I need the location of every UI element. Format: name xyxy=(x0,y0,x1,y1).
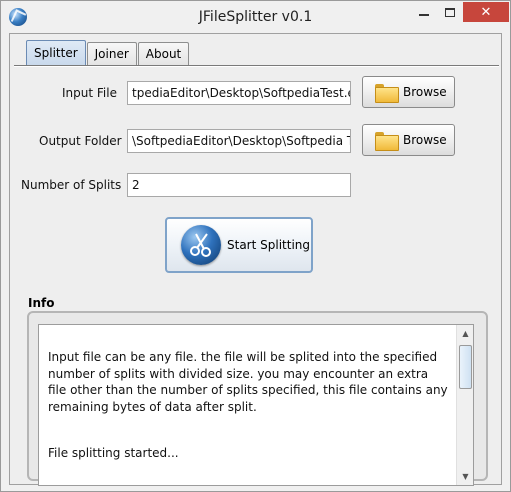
folder-icon xyxy=(375,83,399,103)
info-title: Info xyxy=(28,296,55,310)
input-file-label: Input File xyxy=(62,86,117,100)
splits-field[interactable]: 2 xyxy=(127,173,351,197)
input-browse-button[interactable]: Browse xyxy=(362,76,455,108)
tab-bar: Splitter Joiner About xyxy=(26,40,190,65)
info-status: File splitting started... xyxy=(48,446,179,460)
output-browse-label: Browse xyxy=(403,133,447,147)
close-button[interactable]: ✕ xyxy=(463,2,509,22)
scroll-down-icon[interactable]: ▼ xyxy=(457,468,473,485)
minimize-button[interactable] xyxy=(411,2,437,22)
maximize-button[interactable] xyxy=(437,2,463,22)
tab-about[interactable]: About xyxy=(137,42,190,65)
scissors-icon xyxy=(181,225,221,265)
folder-icon xyxy=(375,131,399,151)
output-folder-label: Output Folder xyxy=(39,134,122,148)
output-folder-field[interactable]: \SoftpediaEditor\Desktop\Softpedia Test xyxy=(127,129,351,153)
minimize-icon xyxy=(419,14,429,16)
info-textarea[interactable]: Input file can be any file. the file wil… xyxy=(38,324,474,486)
scroll-thumb[interactable] xyxy=(459,345,472,389)
close-icon: ✕ xyxy=(480,4,492,20)
scroll-up-icon[interactable]: ▲ xyxy=(457,325,473,342)
tab-divider xyxy=(14,65,499,67)
input-file-field[interactable]: tpediaEditor\Desktop\SoftpediaTest.exe xyxy=(127,81,351,105)
maximize-icon xyxy=(445,7,455,17)
title-bar[interactable]: JFileSplitter v0.1 ✕ xyxy=(1,1,510,33)
splits-label: Number of Splits xyxy=(21,178,122,192)
app-window: JFileSplitter v0.1 ✕ Splitter Joiner Abo… xyxy=(0,0,511,492)
start-splitting-button[interactable]: Start Splitting xyxy=(165,217,313,273)
info-scrollbar[interactable]: ▲ ▼ xyxy=(456,325,473,485)
input-browse-label: Browse xyxy=(403,85,447,99)
tab-splitter[interactable]: Splitter xyxy=(26,40,86,65)
main-panel: Splitter Joiner About Input File tpediaE… xyxy=(9,33,502,486)
output-browse-button[interactable]: Browse xyxy=(362,124,455,156)
tab-joiner[interactable]: Joiner xyxy=(86,42,137,65)
info-description: Input file can be any file. the file wil… xyxy=(48,350,448,414)
start-splitting-label: Start Splitting xyxy=(227,238,310,252)
